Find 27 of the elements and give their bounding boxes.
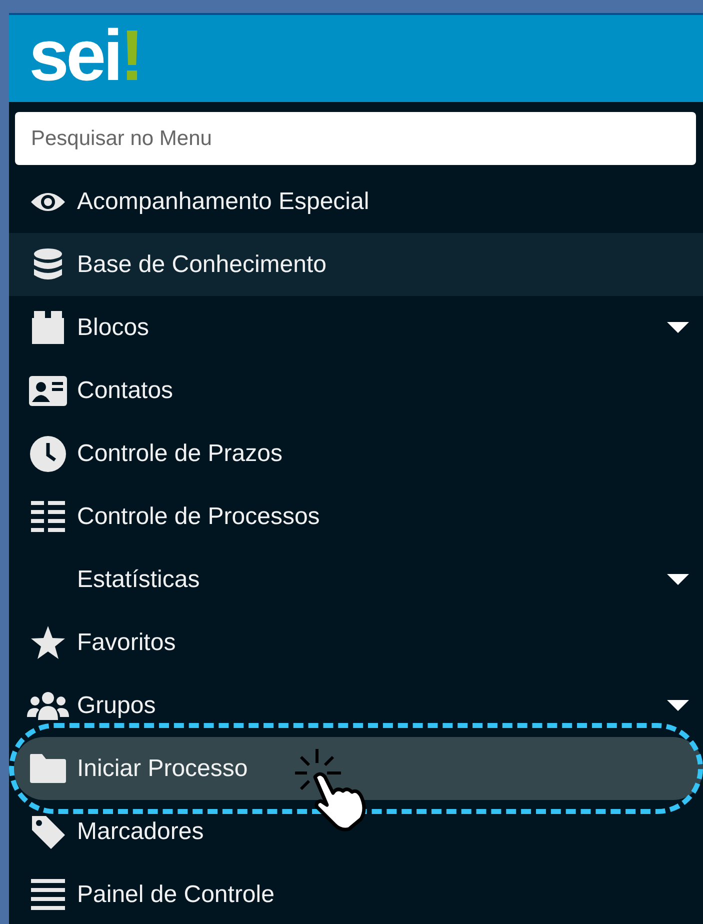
logo: sei!: [29, 20, 142, 92]
caret-icon: [667, 322, 689, 334]
blocks-icon: [30, 310, 64, 344]
menu-item[interactable]: Marcadores: [9, 800, 703, 863]
menu-item[interactable]: Controle de Prazos: [9, 422, 703, 485]
caret-icon: [667, 574, 689, 586]
menu-item[interactable]: Grupos: [9, 674, 703, 737]
menu-item[interactable]: Controle de Processos: [9, 485, 703, 548]
menu-item[interactable]: Iniciar Processo: [14, 737, 703, 800]
menu-item[interactable]: Painel de Controle: [9, 863, 703, 924]
menu-item[interactable]: Estatísticas: [9, 548, 703, 611]
folder-icon: [28, 754, 66, 784]
users-icon: [26, 690, 68, 720]
caret-icon: [667, 700, 689, 712]
menu-item[interactable]: Acompanhamento Especial: [9, 170, 703, 233]
clock-icon: [30, 436, 66, 472]
menu-item[interactable]: Contatos: [9, 359, 703, 422]
menu-item[interactable]: Favoritos: [9, 611, 703, 674]
menu-item[interactable]: Blocos: [9, 296, 703, 359]
star-icon: [30, 626, 66, 660]
menu-icon: [30, 878, 64, 910]
id-card-icon: [28, 376, 66, 406]
list-icon: [30, 500, 64, 534]
tag-icon: [30, 814, 66, 850]
search-field[interactable]: Pesquisar no Menu: [15, 112, 696, 165]
menu-item[interactable]: Base de Conhecimento: [9, 233, 703, 296]
database-icon: [32, 248, 62, 282]
